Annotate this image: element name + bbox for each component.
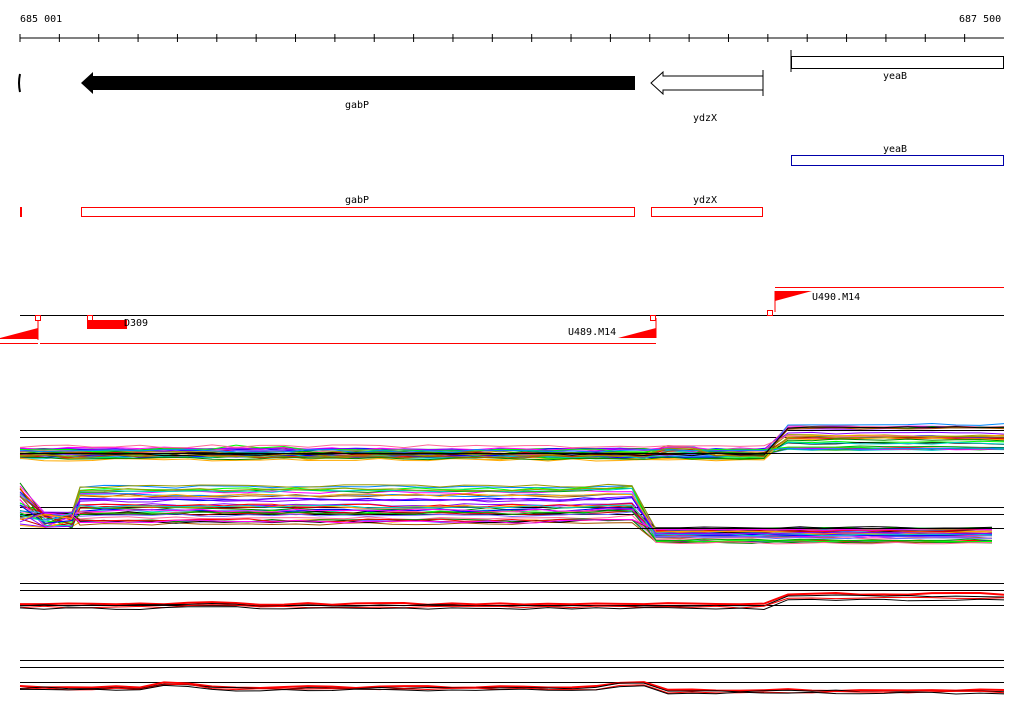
- gene-yeaB-blue-label: yeaB: [883, 144, 908, 155]
- transcript-u490-label: U490.M14: [812, 292, 861, 303]
- transcript-d309-label: D309: [124, 318, 149, 329]
- expression-track-2: [19, 482, 1004, 545]
- transcript-u489-label: U489.M14: [568, 327, 617, 338]
- expression-line: [19, 596, 1005, 609]
- expression-track-1: [19, 422, 1005, 462]
- expression-line: [19, 508, 993, 530]
- gene-gabP-label: gabP: [345, 100, 370, 111]
- expression-line: [19, 592, 1005, 606]
- d309-marker[interactable]: [87, 320, 127, 329]
- expression-track-3: [19, 583, 1005, 610]
- gene-ydzX-red-box[interactable]: [651, 207, 763, 217]
- gene-yeaB-box[interactable]: [790, 50, 1004, 72]
- u490-marker[interactable]: [775, 291, 812, 301]
- expression-track-4: [19, 660, 1005, 695]
- gene-ydzX-label: ydzX: [693, 113, 718, 124]
- gene-yeaB-label: yeaB: [883, 71, 908, 82]
- gene-gabP-red-label: gabP: [345, 195, 370, 206]
- genome-browser-canvas: [0, 34, 1005, 695]
- gene-gabP-arrow[interactable]: [18, 72, 635, 94]
- ruler: [19, 34, 1004, 42]
- gene-gabP-red-box[interactable]: [81, 207, 635, 217]
- gene-ydzX-arrow[interactable]: [650, 70, 764, 96]
- gene-ydzX-red-label: ydzX: [693, 195, 718, 206]
- u489-marker[interactable]: [618, 328, 656, 338]
- gene-yeaB-blue-box[interactable]: [791, 155, 1004, 166]
- red-annotation-row: [20, 207, 763, 217]
